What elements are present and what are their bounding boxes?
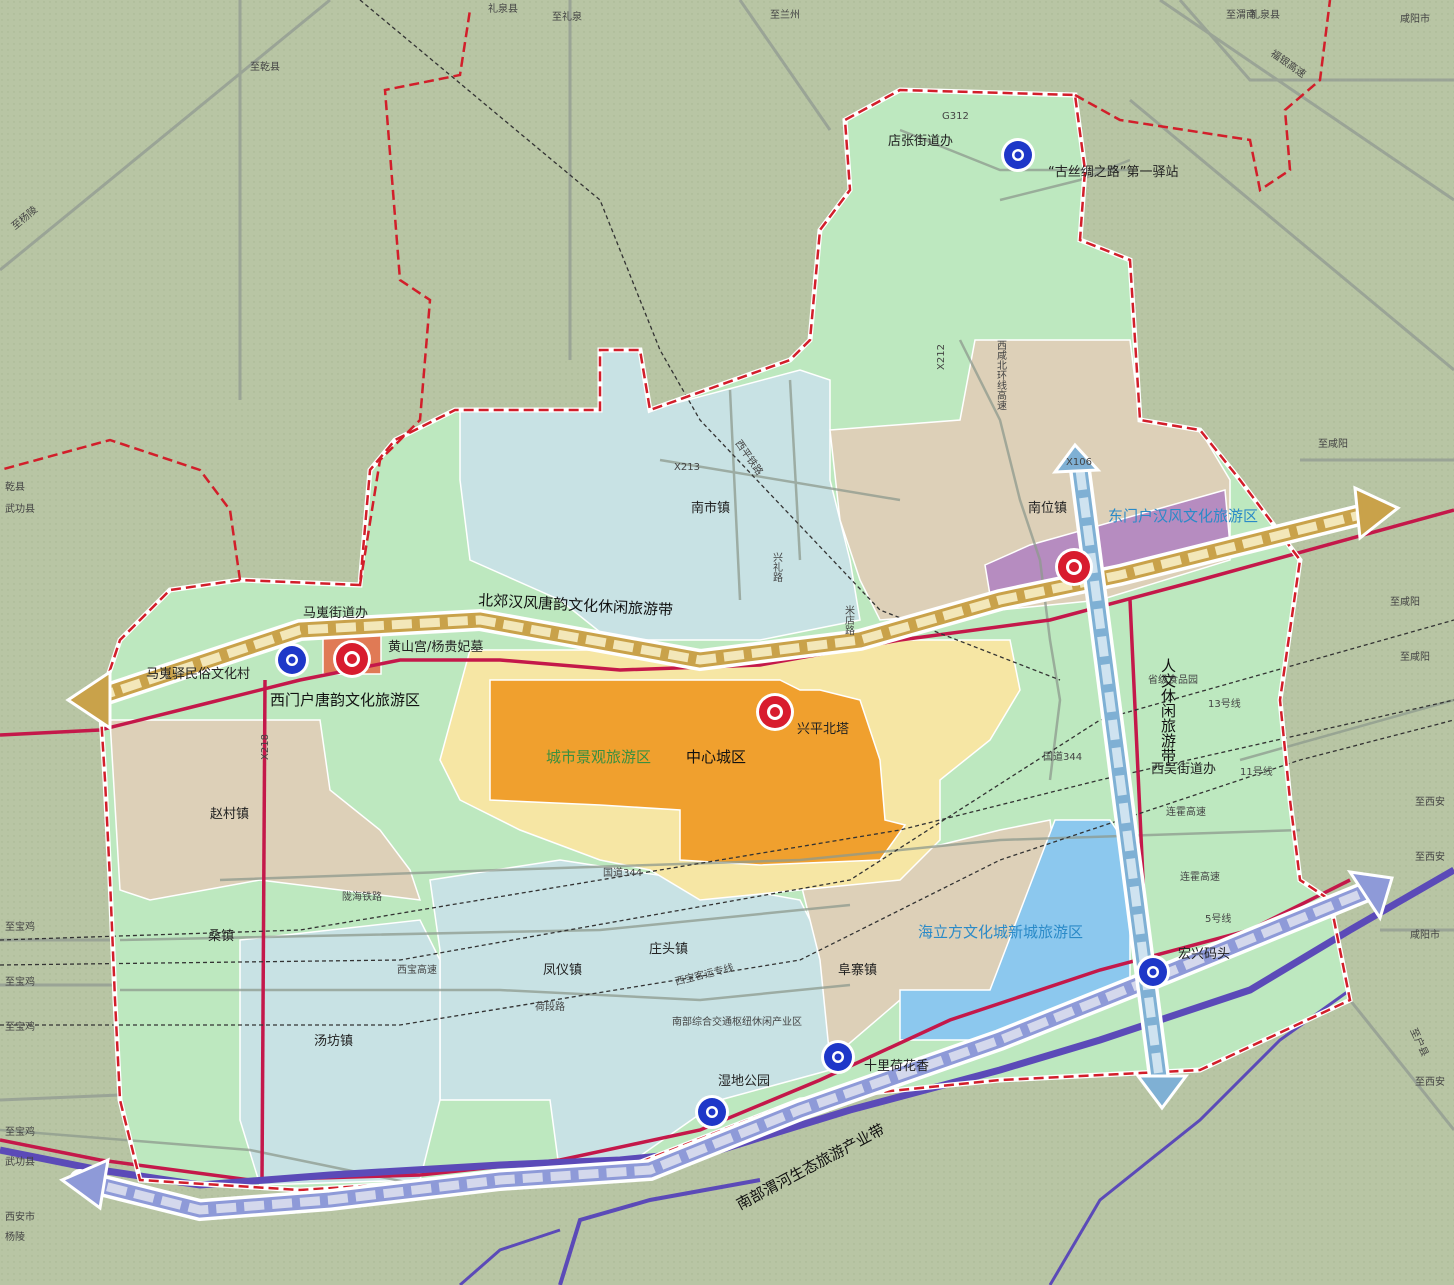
road-x106: X106 bbox=[1066, 457, 1092, 468]
label-yangling-b: 杨陵 bbox=[5, 1230, 25, 1243]
lotus-marker bbox=[821, 1040, 855, 1074]
silk-road-marker bbox=[1001, 138, 1035, 172]
label-to-lanzhou: 至兰州 bbox=[770, 8, 800, 21]
wetland-label: 湿地公园 bbox=[718, 1074, 770, 1089]
label-xianyang-top: 咸阳市 bbox=[1400, 12, 1430, 25]
label-xibao-gaosu: 西宝高速 bbox=[397, 963, 437, 976]
label-liquan-top: 礼泉县 bbox=[488, 2, 518, 15]
label-to-xianyang-2: 至咸阳 bbox=[1390, 596, 1420, 608]
silk-road-label: “古丝绸之路”第一驿站 bbox=[1048, 164, 1178, 180]
huangshan-marker bbox=[333, 640, 371, 678]
town-xiwu: 西吴街道办 bbox=[1151, 762, 1216, 777]
center-zone-label: 城市景观旅游区 bbox=[546, 748, 651, 766]
label-xianyang-city: 咸阳市 bbox=[1410, 928, 1440, 941]
town-tangfang: 汤坊镇 bbox=[314, 1034, 353, 1049]
road-x218: X218 bbox=[260, 734, 271, 760]
label-lianhuo2: 连霍高速 bbox=[1180, 870, 1220, 883]
label-guodao-344b: 国道344 bbox=[1043, 750, 1082, 763]
label-wugong: 武功县 bbox=[5, 502, 35, 515]
label-line13: 13号线 bbox=[1208, 697, 1241, 710]
label-nanbu: 南部综合交通枢纽休闲产业区 bbox=[672, 1015, 802, 1028]
hongxing-label: 宏兴码头 bbox=[1178, 947, 1230, 962]
label-to-qianxian: 至乾县 bbox=[250, 60, 280, 73]
tourism-planning-map: 城市景观旅游区 中心城区 西门户唐韵文化旅游区 东门户汉风文化旅游区 海立方文化… bbox=[0, 0, 1454, 1285]
label-to-xianyang-1: 至咸阳 bbox=[1318, 438, 1348, 450]
label-to-baoji-3: 至宝鸡 bbox=[5, 1020, 35, 1033]
southeast-zone-label: 海立方文化城新城旅游区 bbox=[918, 923, 1083, 941]
label-line11: 11号线 bbox=[1240, 765, 1273, 778]
hongxing-marker bbox=[1136, 955, 1170, 989]
label-xinglilu: 兴礼路 bbox=[771, 552, 783, 583]
town-mawei: 马嵬街道办 bbox=[303, 606, 368, 621]
label-qianxian: 乾县 bbox=[5, 480, 25, 493]
label-to-xianyang-3: 至咸阳 bbox=[1400, 651, 1430, 663]
east-zone-label: 东门户汉风文化旅游区 bbox=[1108, 507, 1258, 525]
mawei-village-marker bbox=[275, 643, 309, 677]
town-sangzhen: 桑镇 bbox=[208, 929, 234, 944]
label-to-baoji-2: 至宝鸡 bbox=[5, 975, 35, 988]
label-lianhuo: 连霍高速 bbox=[1166, 805, 1206, 818]
east-gateway-marker bbox=[1055, 548, 1093, 586]
label-to-xian-2: 至西安 bbox=[1415, 850, 1445, 863]
label-mihelu: 米店路 bbox=[843, 604, 855, 636]
label-to-baoji-1: 至宝鸡 bbox=[5, 920, 35, 933]
mawei-village-label: 马嵬驿民俗文化村 bbox=[146, 667, 250, 682]
label-to-xian-3: 至西安 bbox=[1415, 1075, 1445, 1088]
xingping-tower-marker bbox=[756, 693, 794, 731]
label-wugong-b: 武功县 bbox=[5, 1155, 35, 1168]
label-shengji: 省级食品园 bbox=[1148, 673, 1198, 686]
town-fuzhai: 阜寨镇 bbox=[838, 962, 877, 978]
west-zone-label: 西门户唐韵文化旅游区 bbox=[270, 691, 420, 709]
label-to-liquan: 至礼泉 bbox=[552, 10, 582, 23]
wetland-marker bbox=[695, 1095, 729, 1129]
label-xixian-ring: 西咸北环线高速 bbox=[995, 340, 1007, 410]
road-x212: X212 bbox=[936, 344, 947, 370]
blue-area-tangfang bbox=[239, 919, 441, 1186]
label-to-baoji-4: 至宝鸡 bbox=[5, 1125, 35, 1138]
town-nanwei: 南位镇 bbox=[1028, 500, 1067, 516]
label-to-xian-1: 至西安 bbox=[1415, 795, 1445, 808]
town-dianzhang: 店张街道办 bbox=[888, 134, 953, 149]
town-nanshi: 南市镇 bbox=[691, 500, 730, 516]
label-longhai: 陇海铁路 bbox=[342, 890, 382, 903]
label-line5: 5号线 bbox=[1205, 912, 1231, 925]
label-xian-city: 西安市 bbox=[5, 1210, 35, 1223]
town-zhaocun: 赵村镇 bbox=[210, 807, 249, 822]
label-heduanlu: 荷段路 bbox=[535, 1000, 565, 1013]
huangshan-label: 黄山宫/杨贵妃墓 bbox=[388, 640, 483, 655]
label-liquan-top2: 礼泉县 bbox=[1250, 8, 1280, 21]
lotus-label: 十里荷花香 bbox=[864, 1058, 929, 1074]
xingping-tower-label: 兴平北塔 bbox=[797, 722, 849, 737]
center-sub-label: 中心城区 bbox=[686, 748, 746, 766]
label-guodao344: 国道344 bbox=[603, 866, 642, 879]
road-x213: X213 bbox=[674, 462, 700, 473]
town-fengyi: 凤仪镇 bbox=[543, 963, 582, 978]
road-g312: G312 bbox=[942, 111, 969, 122]
town-zhuangtou: 庄头镇 bbox=[649, 941, 688, 957]
